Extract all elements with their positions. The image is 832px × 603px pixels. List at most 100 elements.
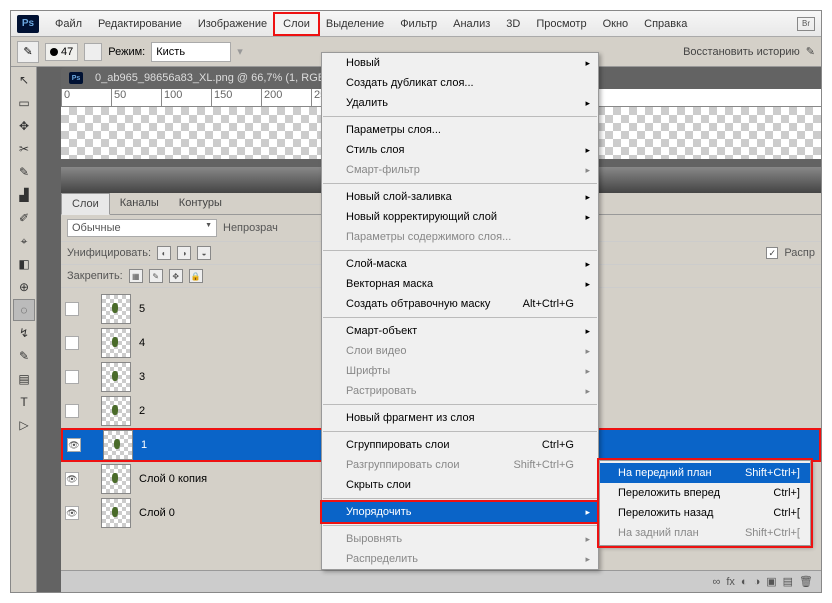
visibility-icon[interactable] — [65, 370, 79, 384]
layer-name[interactable]: Слой 0 — [139, 507, 175, 519]
tool-13[interactable]: ▤ — [13, 368, 35, 390]
dd-item-19: Растрировать — [322, 381, 598, 401]
layer-name[interactable]: 3 — [139, 371, 145, 383]
dd-item-4[interactable]: Параметры слоя... — [322, 120, 598, 140]
menu-2[interactable]: Изображение — [190, 14, 275, 34]
layer-name[interactable]: 2 — [139, 405, 145, 417]
brush-settings-icon[interactable] — [84, 43, 102, 61]
dd-item-1[interactable]: Создать дубликат слоя... — [322, 73, 598, 93]
layer-thumb[interactable] — [103, 430, 133, 460]
dd-item-23[interactable]: Сгруппировать слоиCtrl+G — [322, 435, 598, 455]
lock-all-icon[interactable]: 🔒 — [189, 269, 203, 283]
tool-1[interactable]: ▭ — [13, 92, 35, 114]
layer-name[interactable]: 4 — [139, 337, 145, 349]
menu-1[interactable]: Редактирование — [90, 14, 190, 34]
mode-label: Режим: — [108, 46, 145, 58]
panel-bot-btn-3[interactable]: ◑ — [754, 576, 761, 588]
panel-tab-2[interactable]: Контуры — [169, 193, 232, 214]
menu-4[interactable]: Выделение — [318, 14, 392, 34]
dd-item-9[interactable]: Новый корректирующий слой — [322, 207, 598, 227]
panel-bot-btn-4[interactable]: ▣ — [766, 575, 776, 588]
lock-transparency-icon[interactable]: ▦ — [129, 269, 143, 283]
dd-item-13[interactable]: Векторная маска — [322, 274, 598, 294]
tool-5[interactable]: ▟ — [13, 184, 35, 206]
menubar: ФайлРедактированиеИзображениеСлоиВыделен… — [47, 11, 695, 37]
tool-2[interactable]: ✥ — [13, 115, 35, 137]
unify-icon-3[interactable]: ◒ — [197, 246, 211, 260]
brush-size-label: 47 — [61, 46, 73, 58]
dd-item-0[interactable]: Новый — [322, 53, 598, 73]
menu-5[interactable]: Фильтр — [392, 14, 445, 34]
unify-icon-1[interactable]: ◐ — [157, 246, 171, 260]
layer-name[interactable]: Слой 0 копия — [139, 473, 207, 485]
layer-thumb[interactable] — [101, 362, 131, 392]
opacity-label: Непрозрач — [223, 222, 278, 234]
sub-item-1[interactable]: Переложить впередCtrl+] — [600, 483, 810, 503]
menu-3[interactable]: Слои — [275, 14, 318, 34]
document-tab[interactable]: Ps 0_ab965_98656a83_XL.png @ 66,7% (1, R… — [61, 67, 333, 89]
tool-15[interactable]: ▷ — [13, 414, 35, 436]
dd-item-21[interactable]: Новый фрагмент из слоя — [322, 408, 598, 428]
visibility-icon[interactable] — [65, 404, 79, 418]
layer-thumb[interactable] — [101, 294, 131, 324]
brush-preview[interactable]: 47 — [45, 43, 78, 61]
mode-select[interactable]: Кисть — [151, 42, 231, 62]
dd-item-12[interactable]: Слой-маска — [322, 254, 598, 274]
dd-item-16[interactable]: Смарт-объект — [322, 321, 598, 341]
layer-thumb[interactable] — [101, 396, 131, 426]
tool-0[interactable]: ↖ — [13, 69, 35, 91]
menu-8[interactable]: Просмотр — [528, 14, 594, 34]
sub-item-2[interactable]: Переложить назадCtrl+[ — [600, 503, 810, 523]
dd-item-29: Выровнять — [322, 529, 598, 549]
propagate-label: Распр — [784, 247, 815, 259]
panel-tab-0[interactable]: Слои — [61, 193, 110, 215]
lock-pixels-icon[interactable]: ✎ — [149, 269, 163, 283]
visibility-icon[interactable]: 👁 — [65, 506, 79, 520]
tool-7[interactable]: ⌖ — [13, 230, 35, 252]
visibility-icon[interactable] — [65, 336, 79, 350]
dd-item-2[interactable]: Удалить — [322, 93, 598, 113]
tool-10[interactable]: ◌ — [13, 299, 35, 321]
tool-preset-icon[interactable]: ✎ — [17, 41, 39, 63]
panel-bot-btn-0[interactable]: ∞ — [713, 576, 721, 588]
dd-item-14[interactable]: Создать обтравочную маскуAlt+Ctrl+G — [322, 294, 598, 314]
sub-item-0[interactable]: На передний планShift+Ctrl+] — [600, 463, 810, 483]
layer-name[interactable]: 5 — [139, 303, 145, 315]
restore-history[interactable]: Восстановить историю ✎ — [683, 45, 815, 58]
menu-7[interactable]: 3D — [498, 14, 528, 34]
menu-6[interactable]: Анализ — [445, 14, 498, 34]
tool-12[interactable]: ✎ — [13, 345, 35, 367]
tool-9[interactable]: ⊕ — [13, 276, 35, 298]
panel-bot-btn-5[interactable]: ▤ — [783, 575, 793, 588]
dd-item-8[interactable]: Новый слой-заливка — [322, 187, 598, 207]
visibility-icon[interactable]: 👁 — [67, 438, 81, 452]
dd-item-10: Параметры содержимого слоя... — [322, 227, 598, 247]
menu-0[interactable]: Файл — [47, 14, 90, 34]
panel-tab-1[interactable]: Каналы — [110, 193, 169, 214]
dd-item-25[interactable]: Скрыть слои — [322, 475, 598, 495]
panel-bot-btn-6[interactable]: 🗑 — [799, 575, 813, 588]
tool-6[interactable]: ✐ — [13, 207, 35, 229]
layer-thumb[interactable] — [101, 464, 131, 494]
tool-11[interactable]: ↯ — [13, 322, 35, 344]
tool-3[interactable]: ✂ — [13, 138, 35, 160]
dd-item-27[interactable]: Упорядочить — [322, 502, 598, 522]
panel-bot-btn-1[interactable]: fx — [726, 576, 735, 588]
visibility-icon[interactable] — [65, 302, 79, 316]
blend-mode-select[interactable]: Обычные — [67, 219, 217, 237]
unify-label: Унифицировать: — [67, 247, 151, 259]
menu-9[interactable]: Окно — [595, 14, 637, 34]
tool-14[interactable]: T — [13, 391, 35, 413]
tool-4[interactable]: ✎ — [13, 161, 35, 183]
unify-icon-2[interactable]: ◑ — [177, 246, 191, 260]
layer-thumb[interactable] — [101, 328, 131, 358]
lock-position-icon[interactable]: ✥ — [169, 269, 183, 283]
tool-8[interactable]: ◧ — [13, 253, 35, 275]
menu-10[interactable]: Справка — [636, 14, 695, 34]
dd-item-5[interactable]: Стиль слоя — [322, 140, 598, 160]
layer-thumb[interactable] — [101, 498, 131, 528]
layer-name[interactable]: 1 — [141, 439, 147, 451]
visibility-icon[interactable]: 👁 — [65, 472, 79, 486]
propagate-checkbox[interactable]: ✓ — [766, 247, 778, 259]
panel-bot-btn-2[interactable]: ◐ — [741, 576, 748, 588]
